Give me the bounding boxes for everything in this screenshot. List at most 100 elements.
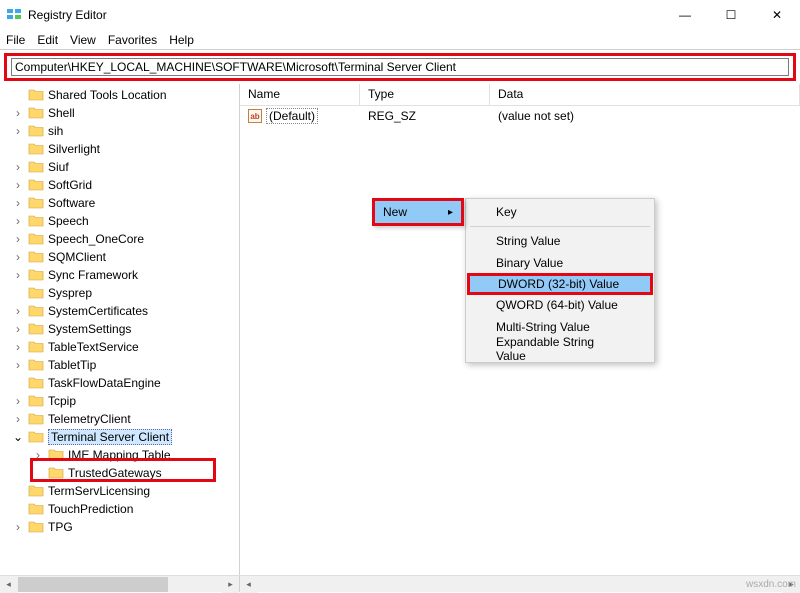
tree-item[interactable]: Sysprep bbox=[0, 284, 239, 302]
context-item[interactable]: Key bbox=[468, 201, 652, 223]
expand-toggle[interactable]: › bbox=[8, 358, 28, 372]
menu-view[interactable]: View bbox=[70, 33, 96, 47]
tree-item[interactable]: ›SoftGrid bbox=[0, 176, 239, 194]
folder-icon bbox=[28, 304, 44, 318]
tree-item[interactable]: ›SystemCertificates bbox=[0, 302, 239, 320]
tree-item[interactable]: ⌄ Terminal Server Client bbox=[0, 428, 239, 446]
folder-icon bbox=[28, 178, 44, 192]
expand-toggle[interactable]: › bbox=[8, 268, 28, 282]
tree-item[interactable]: › Software bbox=[0, 194, 239, 212]
tree-item[interactable]: Silverlight bbox=[0, 140, 239, 158]
expand-toggle[interactable]: › bbox=[8, 394, 28, 408]
expand-toggle[interactable]: › bbox=[8, 106, 28, 120]
context-item[interactable]: QWORD (64-bit) Value bbox=[468, 294, 652, 316]
context-separator bbox=[470, 226, 650, 227]
column-data[interactable]: Data bbox=[490, 84, 800, 105]
folder-icon bbox=[48, 448, 64, 462]
folder-icon bbox=[28, 394, 44, 408]
menu-file[interactable]: File bbox=[6, 33, 25, 47]
folder-icon bbox=[28, 484, 44, 498]
tree-item[interactable]: › Speech_OneCore bbox=[0, 230, 239, 248]
expand-toggle[interactable]: › bbox=[28, 448, 48, 462]
context-item-new[interactable]: New ▸ bbox=[375, 201, 461, 223]
tree-item[interactable]: TaskFlowDataEngine bbox=[0, 374, 239, 392]
tree-item-label: Silverlight bbox=[48, 142, 100, 156]
scroll-left-button[interactable]: ◂ bbox=[240, 576, 257, 593]
context-item[interactable]: Binary Value bbox=[468, 252, 652, 274]
folder-icon bbox=[28, 502, 44, 516]
tree-item[interactable]: Shared Tools Location bbox=[0, 86, 239, 104]
expand-toggle[interactable]: › bbox=[8, 160, 28, 174]
context-item[interactable]: DWORD (32-bit) Value bbox=[467, 273, 653, 295]
menu-edit[interactable]: Edit bbox=[37, 33, 58, 47]
tree-item[interactable]: ›TabletTip bbox=[0, 356, 239, 374]
tree-item-label: SQMClient bbox=[48, 250, 106, 264]
tree-item[interactable]: ›IME Mapping Table bbox=[0, 446, 239, 464]
tree-item[interactable]: TouchPrediction bbox=[0, 500, 239, 518]
expand-toggle[interactable]: › bbox=[8, 196, 28, 210]
content-area: Shared Tools Location›Shell›sih Silverlig… bbox=[0, 84, 800, 581]
expand-toggle[interactable]: › bbox=[8, 304, 28, 318]
minimize-button[interactable]: — bbox=[662, 0, 708, 30]
folder-icon bbox=[28, 124, 44, 138]
address-bar[interactable]: Computer\HKEY_LOCAL_MACHINE\SOFTWARE\Mic… bbox=[11, 58, 789, 76]
expand-toggle[interactable]: › bbox=[8, 178, 28, 192]
expand-toggle[interactable]: › bbox=[8, 124, 28, 138]
tree-item[interactable]: › TelemetryClient bbox=[0, 410, 239, 428]
menu-help[interactable]: Help bbox=[169, 33, 194, 47]
tree-item[interactable]: ›Shell bbox=[0, 104, 239, 122]
tree-item-label: TableTextService bbox=[48, 340, 139, 354]
tree-scrollbar: ◂ ▸ bbox=[0, 576, 240, 592]
scroll-left-button[interactable]: ◂ bbox=[0, 576, 17, 593]
tree-item-label: Speech_OneCore bbox=[48, 232, 144, 246]
close-button[interactable]: ✕ bbox=[754, 0, 800, 30]
folder-icon bbox=[28, 322, 44, 336]
tree-panel[interactable]: Shared Tools Location›Shell›sih Silverlig… bbox=[0, 84, 240, 581]
folder-icon bbox=[28, 196, 44, 210]
expand-toggle[interactable]: › bbox=[8, 340, 28, 354]
scroll-right-button[interactable]: ▸ bbox=[222, 576, 239, 593]
expand-toggle[interactable]: › bbox=[8, 214, 28, 228]
expand-toggle[interactable]: › bbox=[8, 250, 28, 264]
maximize-button[interactable]: ☐ bbox=[708, 0, 754, 30]
tree-item[interactable]: ›sih bbox=[0, 122, 239, 140]
tree-item[interactable]: › TableTextService bbox=[0, 338, 239, 356]
window-title: Registry Editor bbox=[28, 8, 107, 22]
tree-item[interactable]: TermServLicensing bbox=[0, 482, 239, 500]
watermark: wsxdn.com bbox=[746, 579, 796, 590]
expand-toggle[interactable]: › bbox=[8, 232, 28, 246]
tree-item[interactable]: ›Sync Framework bbox=[0, 266, 239, 284]
menu-favorites[interactable]: Favorites bbox=[108, 33, 157, 47]
tree-item-label: Software bbox=[48, 196, 95, 210]
address-bar-highlight: Computer\HKEY_LOCAL_MACHINE\SOFTWARE\Mic… bbox=[4, 53, 796, 81]
tree-item[interactable]: TrustedGateways bbox=[0, 464, 239, 482]
tree-item[interactable]: › SQMClient bbox=[0, 248, 239, 266]
tree-item[interactable]: ›Tcpip bbox=[0, 392, 239, 410]
column-type[interactable]: Type bbox=[360, 84, 490, 105]
tree-item[interactable]: ›TPG bbox=[0, 518, 239, 536]
tree-item[interactable]: ›SystemSettings bbox=[0, 320, 239, 338]
folder-icon bbox=[48, 466, 64, 480]
details-header: Name Type Data bbox=[240, 84, 800, 106]
string-value-icon: ab bbox=[248, 109, 262, 123]
submenu-arrow-icon: ▸ bbox=[448, 207, 453, 218]
value-name-cell: ab (Default) bbox=[240, 108, 360, 124]
tree-item-label: TelemetryClient bbox=[48, 412, 131, 426]
expand-toggle[interactable]: › bbox=[8, 322, 28, 336]
tree-item-label: TrustedGateways bbox=[68, 466, 162, 480]
menubar: File Edit View Favorites Help bbox=[0, 30, 800, 50]
tree-item[interactable]: ›Siuf bbox=[0, 158, 239, 176]
value-row[interactable]: ab (Default) REG_SZ (value not set) bbox=[240, 106, 800, 126]
scroll-thumb[interactable] bbox=[18, 577, 168, 592]
expand-toggle[interactable]: › bbox=[8, 412, 28, 426]
context-item[interactable]: String Value bbox=[468, 230, 652, 252]
column-name[interactable]: Name bbox=[240, 84, 360, 105]
folder-icon bbox=[28, 88, 44, 102]
value-name: (Default) bbox=[266, 108, 318, 124]
folder-icon bbox=[28, 430, 44, 444]
context-item[interactable]: Expandable String Value bbox=[468, 338, 652, 360]
tree-item-label: Terminal Server Client bbox=[48, 429, 172, 445]
expand-toggle[interactable]: ⌄ bbox=[8, 430, 28, 444]
expand-toggle[interactable]: › bbox=[8, 520, 28, 534]
tree-item[interactable]: ›Speech bbox=[0, 212, 239, 230]
